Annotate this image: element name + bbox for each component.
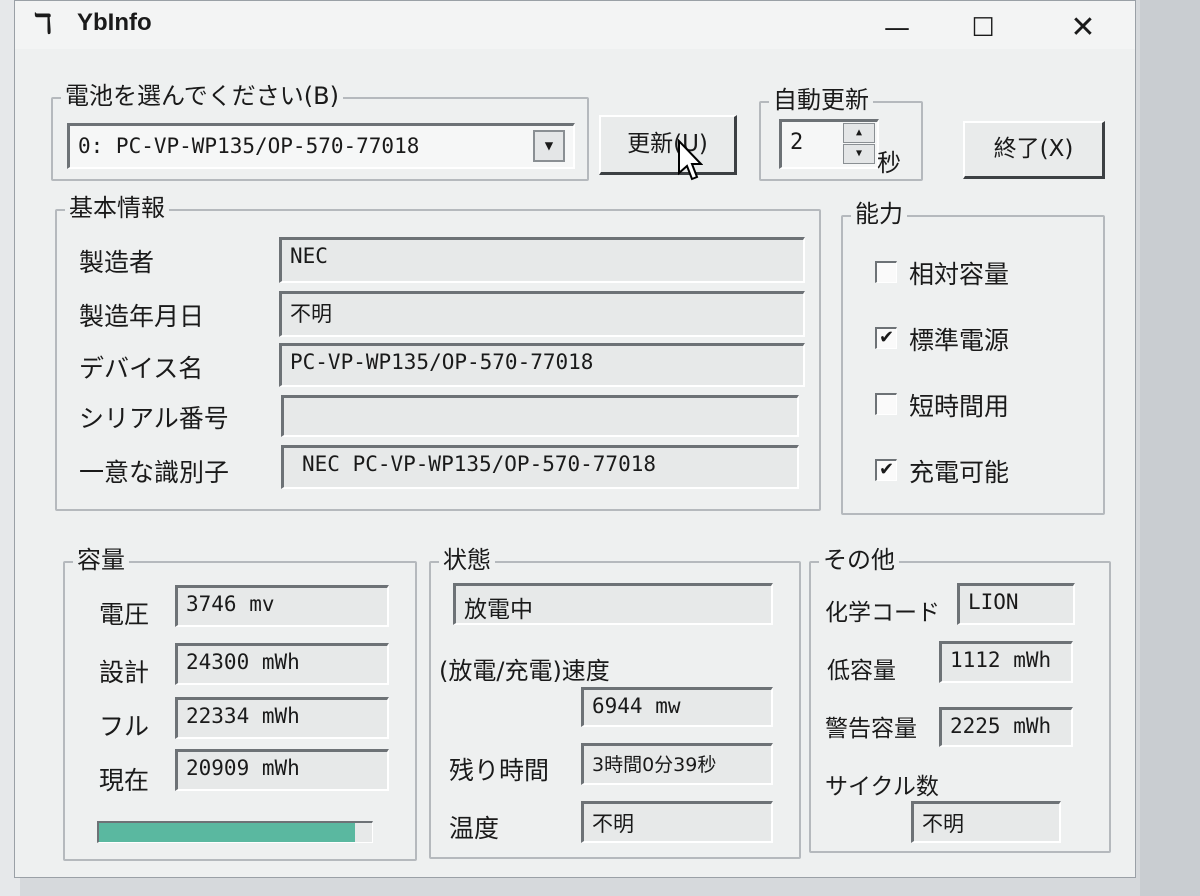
rechargeable-label: 充電可能	[909, 458, 1010, 487]
capacity-label: 容量	[73, 545, 129, 575]
warning-capacity-field: 2225 mWh	[939, 707, 1073, 747]
low-capacity-label: 低容量	[827, 658, 896, 684]
refresh-button[interactable]: 更新(U)	[599, 115, 737, 175]
device-name-field: PC-VP-WP135/OP-570-77018	[279, 343, 805, 387]
rate-label: (放電/充電)速度	[439, 657, 610, 685]
spin-up-icon[interactable]: ▲	[843, 123, 875, 143]
remaining-time-label: 残り時間	[449, 756, 550, 785]
current-capacity-label: 現在	[99, 766, 150, 795]
basic-info-label: 基本情報	[65, 193, 169, 223]
voltage-field: 3746 mv	[175, 585, 389, 627]
voltage-label: 電圧	[99, 600, 150, 629]
capability-label: 能力	[851, 199, 907, 229]
yb-app-icon: ℸ	[33, 7, 53, 40]
minimize-button[interactable]: —	[877, 13, 917, 43]
window-title: YbInfo	[77, 9, 152, 36]
exit-button[interactable]: 終了(X)	[963, 121, 1105, 179]
spin-down-icon[interactable]: ▼	[843, 144, 875, 164]
battery-select-value: 0: PC-VP-WP135/OP-570-77018	[78, 134, 420, 158]
auto-update-spinner[interactable]: 2 ▲ ▼	[779, 119, 879, 169]
relative-capacity-label: 相対容量	[909, 260, 1010, 289]
warning-capacity-label: 警告容量	[825, 716, 917, 742]
title-bar[interactable]: ℸ YbInfo — ☐ ✕	[15, 1, 1135, 49]
serial-number-field	[281, 395, 799, 437]
relative-capacity-checkbox[interactable]	[875, 261, 897, 283]
auto-update-unit: 秒	[877, 149, 901, 177]
maximize-button[interactable]: ☐	[963, 13, 1003, 43]
auto-update-value: 2	[790, 130, 804, 155]
full-capacity-field: 22334 mWh	[175, 697, 389, 739]
standard-power-label: 標準電源	[909, 326, 1010, 355]
cycle-count-label: サイクル数	[825, 774, 939, 800]
desktop-background-right	[1140, 0, 1200, 896]
cycle-count-field: 不明	[911, 801, 1061, 843]
battery-select-label: 電池を選んでください(B)	[61, 81, 343, 111]
charge-progress-fill	[99, 823, 355, 842]
low-capacity-field: 1112 mWh	[939, 641, 1073, 683]
chemistry-code-label: 化学コード	[825, 600, 940, 626]
chevron-down-icon[interactable]: ▼	[533, 130, 565, 162]
full-capacity-label: フル	[99, 712, 150, 741]
ybinfo-window: ℸ YbInfo — ☐ ✕ 電池を選んでください(B) 0: PC-VP-WP…	[14, 0, 1136, 878]
mouse-cursor-icon	[678, 139, 703, 181]
auto-update-label: 自動更新	[769, 85, 873, 115]
temperature-label: 温度	[449, 814, 500, 843]
rechargeable-checkbox[interactable]: ✔	[875, 459, 897, 481]
standard-power-checkbox[interactable]: ✔	[875, 327, 897, 349]
chemistry-code-field: LION	[957, 583, 1075, 625]
status-label: 状態	[439, 545, 495, 575]
other-label: その他	[819, 545, 899, 575]
design-capacity-field: 24300 mWh	[175, 643, 389, 685]
temperature-field: 不明	[581, 801, 773, 843]
battery-select-dropdown[interactable]: 0: PC-VP-WP135/OP-570-77018 ▼	[67, 123, 575, 169]
short-term-checkbox[interactable]	[875, 393, 897, 415]
manufacture-date-label: 製造年月日	[79, 302, 205, 331]
unique-id-field: NEC PC-VP-WP135/OP-570-77018	[281, 445, 799, 489]
close-button[interactable]: ✕	[1063, 13, 1103, 43]
manufacturer-label: 製造者	[79, 248, 155, 277]
unique-id-label: 一意な識別子	[79, 458, 230, 487]
short-term-label: 短時間用	[909, 392, 1010, 421]
device-name-label: デバイス名	[79, 354, 204, 383]
state-field: 放電中	[453, 583, 773, 625]
charge-progress-bar	[97, 821, 373, 843]
manufacturer-field: NEC	[279, 237, 805, 283]
rate-field: 6944 mw	[581, 687, 773, 727]
manufacture-date-field: 不明	[279, 291, 805, 337]
current-capacity-field: 20909 mWh	[175, 749, 389, 791]
serial-number-label: シリアル番号	[79, 404, 229, 433]
exit-button-label: 終了(X)	[993, 136, 1074, 162]
design-capacity-label: 設計	[99, 658, 150, 687]
remaining-time-field: 3時間0分39秒	[581, 743, 773, 785]
